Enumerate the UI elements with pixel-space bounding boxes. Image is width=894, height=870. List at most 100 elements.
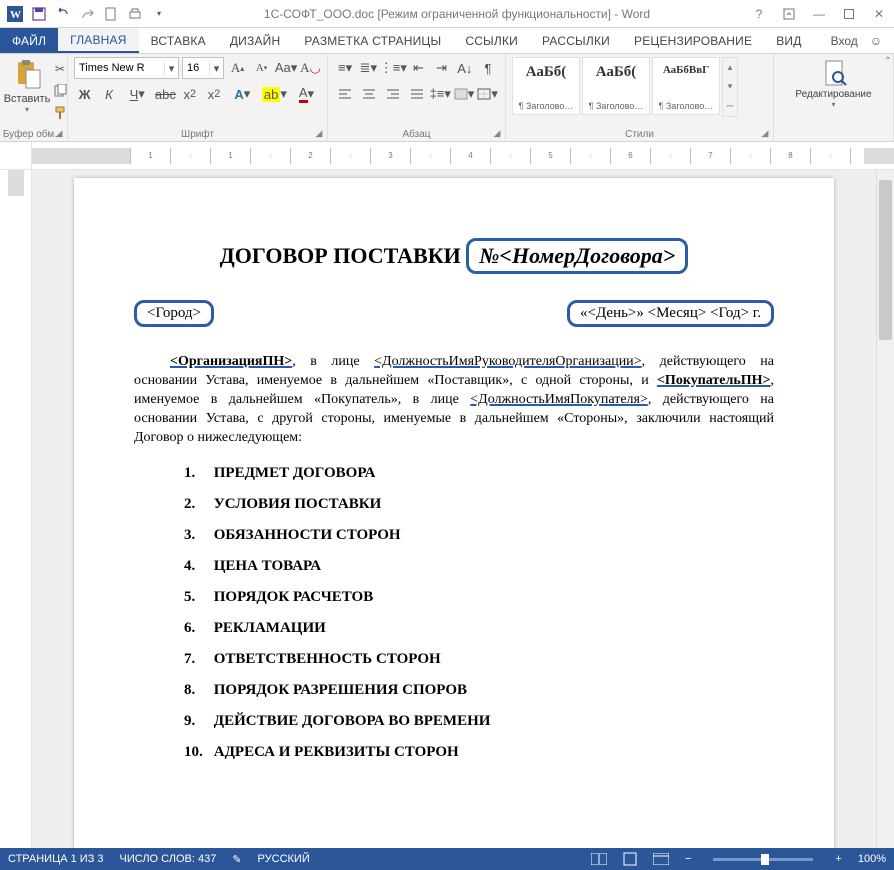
zoom-level[interactable]: 100% — [858, 853, 886, 865]
clipboard-dialog-launcher[interactable]: ◢ — [53, 127, 65, 139]
paragraph-dialog-launcher[interactable]: ◢ — [491, 127, 503, 139]
smiley-icon[interactable]: ☺ — [864, 34, 888, 48]
paste-button[interactable]: Вставить ▾ — [6, 57, 48, 123]
maximize-button[interactable] — [834, 0, 864, 28]
help-button[interactable]: ? — [744, 0, 774, 28]
styles-gallery-scroll[interactable]: ▴▾⎓ — [722, 57, 738, 117]
shading-button[interactable]: ▾ — [453, 83, 476, 105]
ribbon: ⌃ Вставить ▾ ✂ Буфер обм… ◢ Times New R▾… — [0, 54, 894, 142]
signin-link[interactable]: Вход — [825, 34, 864, 48]
tab-review[interactable]: РЕЦЕНЗИРОВАНИЕ — [622, 28, 764, 53]
underline-button[interactable]: Ч ▾ — [123, 83, 152, 105]
strikethrough-button[interactable]: abc — [155, 83, 176, 105]
style-item[interactable]: АаБб(¶ Заголово… — [582, 57, 650, 115]
view-web-layout[interactable] — [653, 853, 669, 865]
doc-section-item: 10. АДРЕСА И РЕКВИЗИТЫ СТОРОН — [184, 744, 774, 761]
doc-body: <ОрганизацияПН>, в лице <ДолжностьИмяРук… — [134, 353, 774, 447]
shrink-font-button[interactable]: A▾ — [251, 57, 272, 79]
tab-design[interactable]: ДИЗАЙН — [218, 28, 293, 53]
bullets-button[interactable]: ≡▾ — [334, 57, 356, 79]
style-item[interactable]: АаБб(¶ Заголово… — [512, 57, 580, 115]
vertical-scrollbar[interactable] — [876, 170, 894, 848]
doc-section-item: 9. ДЕЙСТВИЕ ДОГОВОРА ВО ВРЕМЕНИ — [184, 713, 774, 730]
align-right-button[interactable] — [381, 83, 404, 105]
status-language[interactable]: РУССКИЙ — [258, 853, 310, 865]
show-marks-button[interactable]: ¶ — [477, 57, 499, 79]
doc-number-field: №<НомерДоговора> — [466, 238, 688, 274]
justify-button[interactable] — [405, 83, 428, 105]
redo-button[interactable] — [76, 3, 98, 25]
paste-label: Вставить — [4, 93, 51, 105]
minimize-button[interactable]: — — [804, 0, 834, 28]
highlight-button[interactable]: ab▾ — [260, 83, 289, 105]
status-bar: СТРАНИЦА 1 ИЗ 3 ЧИСЛО СЛОВ: 437 ✎ РУССКИ… — [0, 848, 894, 870]
view-read-mode[interactable] — [591, 853, 607, 865]
print-button[interactable] — [124, 3, 146, 25]
tab-home[interactable]: ГЛАВНАЯ — [58, 28, 138, 53]
word-app-icon[interactable]: W — [4, 3, 26, 25]
font-name-combo[interactable]: Times New R▾ — [74, 57, 179, 79]
decrease-indent-button[interactable]: ⇤ — [407, 57, 429, 79]
tab-file[interactable]: ФАЙЛ — [0, 28, 58, 53]
clear-formatting-button[interactable]: A◡ — [300, 57, 321, 79]
line-spacing-button[interactable]: ‡≡▾ — [429, 83, 452, 105]
font-dialog-launcher[interactable]: ◢ — [313, 127, 325, 139]
window-buttons: ? — ✕ — [744, 0, 894, 28]
zoom-out-button[interactable]: − — [685, 853, 691, 865]
ruler-corner[interactable] — [0, 142, 32, 169]
style-item[interactable]: АаБбВвГ¶ Заголово… — [652, 57, 720, 115]
doc-section-item: 6. РЕКЛАМАЦИИ — [184, 620, 774, 637]
doc-section-item: 4. ЦЕНА ТОВАРА — [184, 558, 774, 575]
editing-label: Редактирование — [795, 89, 871, 100]
group-paragraph: ≡▾ ≣▾ ⋮≡▾ ⇤ ⇥ A↓ ¶ ‡≡▾ ▾ ▾ Абзац ◢ — [328, 54, 506, 141]
tab-page-layout[interactable]: РАЗМЕТКА СТРАНИЦЫ — [292, 28, 453, 53]
align-left-button[interactable] — [334, 83, 357, 105]
ribbon-display-button[interactable] — [774, 0, 804, 28]
italic-button[interactable]: К — [98, 83, 119, 105]
sort-button[interactable]: A↓ — [454, 57, 476, 79]
horizontal-ruler[interactable]: 1·1·2·3·4·5·6·7·8·9·10·11·12·13·14·15·16… — [32, 142, 894, 169]
tab-references[interactable]: ССЫЛКИ — [453, 28, 530, 53]
quick-access-toolbar: W ▾ — [0, 3, 170, 25]
copy-button[interactable] — [50, 81, 70, 101]
close-button[interactable]: ✕ — [864, 0, 894, 28]
tab-mailings[interactable]: РАССЫЛКИ — [530, 28, 622, 53]
subscript-button[interactable]: x2 — [179, 83, 200, 105]
text-effects-button[interactable]: A▾ — [228, 83, 257, 105]
increase-indent-button[interactable]: ⇥ — [431, 57, 453, 79]
save-button[interactable] — [28, 3, 50, 25]
group-styles: АаБб(¶ Заголово… АаБб(¶ Заголово… АаБбВв… — [506, 54, 774, 141]
styles-dialog-launcher[interactable]: ◢ — [759, 127, 771, 139]
qat-customize-icon[interactable]: ▾ — [148, 3, 170, 25]
status-page[interactable]: СТРАНИЦА 1 ИЗ 3 — [8, 853, 104, 865]
format-painter-button[interactable] — [50, 103, 70, 123]
vertical-ruler[interactable] — [0, 170, 32, 848]
numbering-button[interactable]: ≣▾ — [357, 57, 379, 79]
status-words[interactable]: ЧИСЛО СЛОВ: 437 — [120, 853, 217, 865]
multilevel-list-button[interactable]: ⋮≡▾ — [380, 57, 406, 79]
change-case-button[interactable]: Aa▾ — [275, 57, 297, 79]
borders-button[interactable]: ▾ — [476, 83, 499, 105]
doc-section-item: 8. ПОРЯДОК РАЗРЕШЕНИЯ СПОРОВ — [184, 682, 774, 699]
font-size-combo[interactable]: 16▾ — [182, 57, 224, 79]
grow-font-button[interactable]: A▴ — [227, 57, 248, 79]
cut-button[interactable]: ✂ — [50, 59, 70, 79]
zoom-slider[interactable] — [713, 858, 813, 861]
undo-button[interactable] — [52, 3, 74, 25]
status-proofing-icon[interactable]: ✎ — [232, 853, 241, 866]
view-print-layout[interactable] — [623, 852, 637, 866]
superscript-button[interactable]: x2 — [203, 83, 224, 105]
group-clipboard: Вставить ▾ ✂ Буфер обм… ◢ — [0, 54, 68, 141]
align-center-button[interactable] — [358, 83, 381, 105]
new-doc-button[interactable] — [100, 3, 122, 25]
font-color-button[interactable]: A▾ — [292, 83, 321, 105]
document-page[interactable]: ДОГОВОР ПОСТАВКИ №<НомерДоговора> <Город… — [74, 178, 834, 848]
tab-view[interactable]: ВИД — [764, 28, 813, 53]
find-button[interactable]: Редактирование ▾ — [780, 57, 887, 123]
doc-section-item: 7. ОТВЕТСТВЕННОСТЬ СТОРОН — [184, 651, 774, 668]
window-title: 1С-СОФТ_ООО.doc [Режим ограниченной функ… — [170, 7, 744, 21]
bold-button[interactable]: Ж — [74, 83, 95, 105]
tab-insert[interactable]: ВСТАВКА — [139, 28, 218, 53]
group-editing: Редактирование ▾ — [774, 54, 894, 141]
zoom-in-button[interactable]: + — [835, 853, 841, 865]
